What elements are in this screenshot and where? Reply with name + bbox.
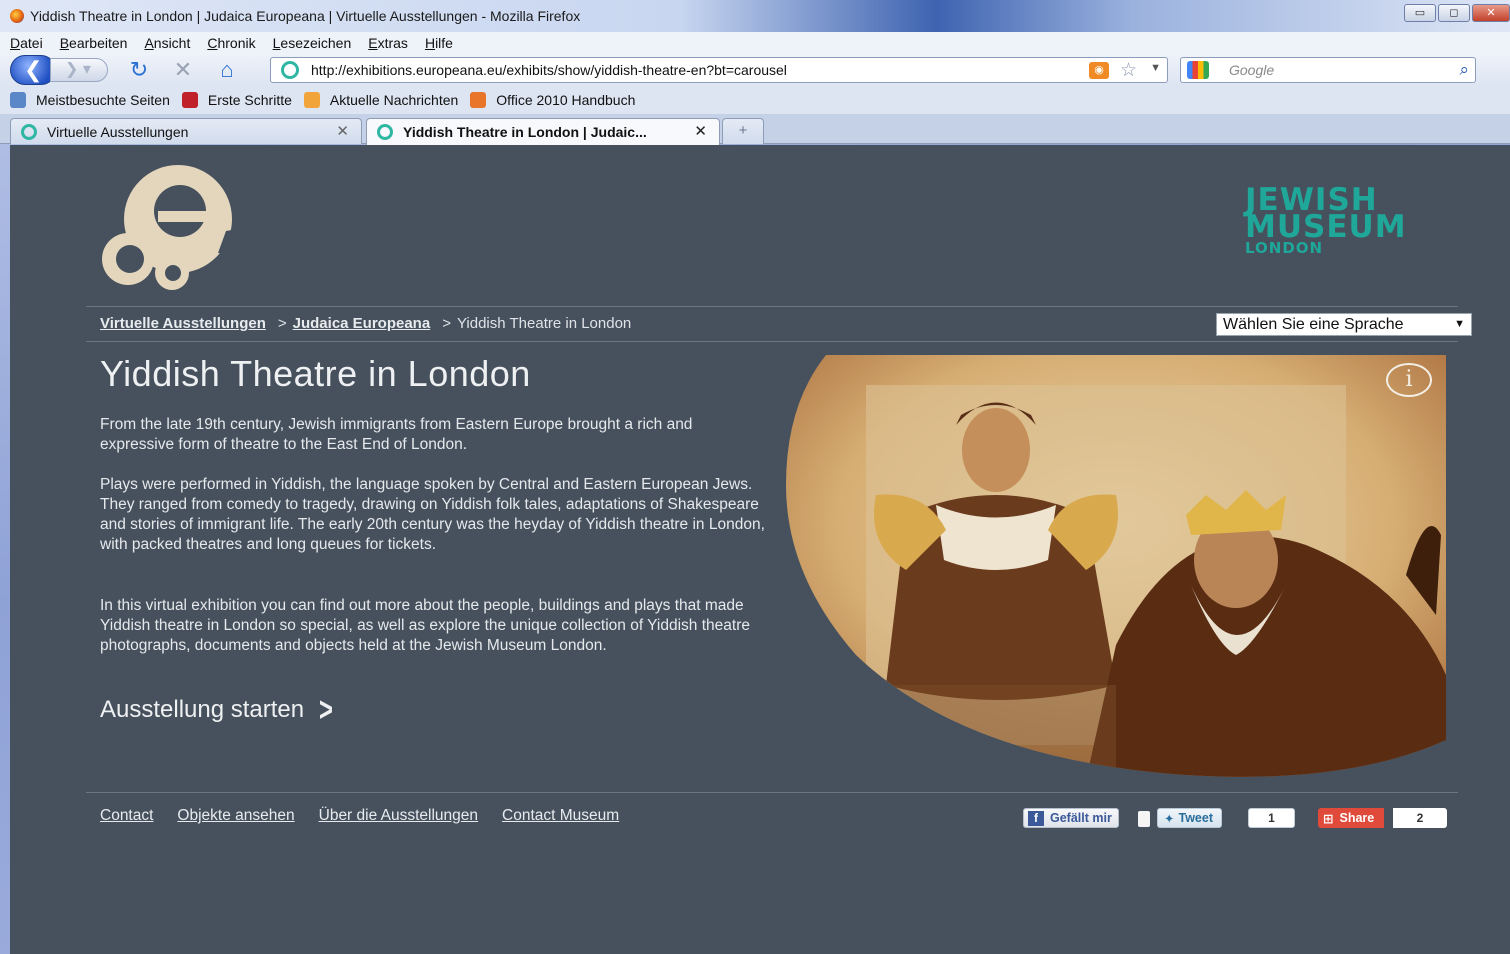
menu-extras[interactable]: Extras — [368, 35, 408, 51]
language-select[interactable]: Wählen Sie eine Sprache ▼ — [1216, 313, 1472, 336]
breadcrumb-separator: > — [277, 315, 287, 332]
tab-favicon-icon — [377, 124, 393, 140]
bookmark-office-icon — [470, 92, 487, 108]
footer-links: Contact Objekte ansehen Über die Ausstel… — [100, 807, 643, 825]
footer-link-contact-museum[interactable]: Contact Museum — [502, 807, 619, 825]
tab-virtuelle-ausstellungen[interactable]: Virtuelle Ausstellungen ✕ — [10, 118, 362, 144]
share-label: Share — [1339, 811, 1375, 825]
maximize-button[interactable]: ◻ — [1438, 4, 1470, 22]
web-page: JEWISH MUSEUM LONDON Virtuelle Ausstellu… — [10, 145, 1510, 954]
home-icon[interactable]: ⌂ — [214, 57, 240, 83]
minimize-button[interactable]: ▭ — [1404, 4, 1436, 22]
footer-link-ueber-die-ausstellungen[interactable]: Über die Ausstellungen — [319, 807, 478, 825]
search-box[interactable]: Google ⌕ — [1180, 57, 1476, 83]
search-icon[interactable]: ⌕ — [1459, 60, 1469, 80]
menu-bar: Datei Bearbeiten Ansicht Chronik Lesezei… — [0, 32, 1510, 54]
menu-datei[interactable]: Datei — [10, 35, 43, 51]
footer-link-contact[interactable]: Contact — [100, 807, 153, 825]
rss-feed-icon[interactable]: ◉ — [1089, 62, 1109, 79]
window-title: Yiddish Theatre in London | Judaica Euro… — [30, 8, 581, 24]
page-title: Yiddish Theatre in London — [100, 353, 531, 394]
bookmark-item[interactable]: Aktuelle Nachrichten — [303, 92, 459, 108]
menu-ansicht[interactable]: Ansicht — [144, 35, 190, 51]
tab-favicon-icon — [21, 123, 37, 140]
footer-link-objekte-ansehen[interactable]: Objekte ansehen — [177, 807, 294, 825]
reload-icon[interactable]: ↻ — [126, 57, 152, 83]
breadcrumb-virtuelle-ausstellungen[interactable]: Virtuelle Ausstellungen — [100, 315, 266, 332]
menu-chronik[interactable]: Chronik — [207, 35, 255, 51]
jewish-museum-logo[interactable]: JEWISH MUSEUM LONDON — [1245, 184, 1407, 255]
bookmark-label: Office 2010 Handbuch — [496, 92, 636, 108]
language-select-value: Wählen Sie eine Sprache — [1223, 316, 1404, 333]
tab-close-icon[interactable]: ✕ — [694, 122, 707, 140]
facebook-icon: f — [1028, 810, 1044, 826]
bookmark-item[interactable]: Erste Schritte — [181, 92, 292, 108]
tweet-count: 1 — [1248, 808, 1295, 828]
url-bar[interactable]: http://exhibitions.europeana.eu/exhibits… — [270, 57, 1168, 83]
info-icon[interactable]: i — [1386, 363, 1432, 397]
breadcrumb-judaica-europeana[interactable]: Judaica Europeana — [293, 315, 431, 332]
share-count: 2 — [1393, 808, 1447, 828]
google-search-engine-icon[interactable] — [1187, 61, 1209, 79]
breadcrumb-current: Yiddish Theatre in London — [456, 315, 632, 332]
chevron-right-icon: > — [319, 691, 334, 729]
new-tab-button[interactable]: + — [722, 118, 764, 144]
window-controls: ▭ ◻ ✕ — [1402, 4, 1510, 22]
menu-hilfe[interactable]: Hilfe — [425, 35, 453, 51]
tweet-label: Tweet — [1178, 811, 1213, 825]
divider — [86, 792, 1458, 793]
site-favicon-icon — [281, 61, 299, 79]
breadcrumb: Virtuelle Ausstellungen > Judaica European… — [100, 315, 631, 332]
title-bar: Yiddish Theatre in London | Judaica Euro… — [0, 0, 1510, 32]
share-plus-icon: ⊞ — [1323, 811, 1334, 826]
bookmark-item[interactable]: Meistbesuchte Seiten — [10, 92, 170, 108]
bookmark-star-icon[interactable]: ☆ — [1120, 59, 1137, 82]
divider — [86, 341, 1458, 342]
tweet-button[interactable]: ✦ Tweet — [1157, 808, 1222, 828]
search-placeholder[interactable]: Google — [1229, 62, 1274, 78]
logo-line-2: MUSEUM — [1245, 209, 1407, 246]
facebook-like-label: Gefällt mir — [1050, 811, 1112, 825]
tab-yiddish-theatre[interactable]: Yiddish Theatre in London | Judaic... ✕ — [366, 118, 720, 145]
bookmark-label: Meistbesuchte Seiten — [36, 92, 170, 108]
url-text[interactable]: http://exhibitions.europeana.eu/exhibits… — [311, 62, 787, 78]
tab-label: Virtuelle Ausstellungen — [47, 123, 189, 140]
bookmark-label: Aktuelle Nachrichten — [329, 92, 459, 108]
menu-bearbeiten[interactable]: Bearbeiten — [60, 35, 128, 51]
bookmarks-toolbar: Meistbesuchte Seiten Erste Schritte Aktu… — [0, 86, 1510, 114]
body-paragraph: In this virtual exhibition you can find … — [100, 597, 750, 654]
bookmark-news-feed-icon — [303, 92, 320, 108]
bookmark-most-visited-icon — [10, 92, 26, 108]
start-exhibition-link[interactable]: Ausstellung starten > — [100, 693, 336, 727]
europeana-e-logo[interactable] — [98, 161, 248, 291]
menu-lesezeichen[interactable]: Lesezeichen — [273, 35, 352, 51]
bookmark-label: Erste Schritte — [207, 92, 292, 108]
url-dropdown-icon[interactable]: ▼ — [1150, 62, 1161, 74]
start-exhibition-label: Ausstellung starten — [100, 696, 305, 723]
tab-strip: Virtuelle Ausstellungen ✕ Yiddish Theatr… — [0, 114, 1510, 145]
intro-paragraph: From the late 19th century, Jewish immig… — [100, 416, 693, 453]
facebook-count-bubble — [1138, 811, 1150, 827]
share-button[interactable]: ⊞ Share — [1318, 808, 1385, 828]
tab-label: Yiddish Theatre in London | Judaic... — [403, 124, 647, 140]
chevron-down-icon: ▼ — [1454, 318, 1465, 330]
stop-icon[interactable]: ✕ — [170, 57, 196, 83]
forward-button[interactable]: ❯ ▾ — [50, 58, 108, 82]
hero-photo[interactable] — [786, 355, 1446, 780]
divider — [86, 306, 1458, 307]
facebook-like-button[interactable]: f Gefällt mir — [1023, 808, 1119, 828]
bookmark-first-steps-icon — [181, 92, 198, 108]
browser-window: Yiddish Theatre in London | Judaica Euro… — [0, 0, 1510, 954]
body-paragraph: Plays were performed in Yiddish, the lan… — [100, 476, 765, 553]
bookmark-item[interactable]: Office 2010 Handbuch — [470, 92, 635, 108]
tab-close-icon[interactable]: ✕ — [336, 122, 349, 140]
breadcrumb-separator: > — [442, 315, 451, 332]
close-window-button[interactable]: ✕ — [1472, 4, 1510, 22]
firefox-icon — [10, 9, 24, 23]
twitter-bird-icon: ✦ — [1164, 811, 1175, 826]
navigation-toolbar: ❮ ❯ ▾ ↻ ✕ ⌂ http://exhibitions.europeana… — [0, 54, 1510, 134]
